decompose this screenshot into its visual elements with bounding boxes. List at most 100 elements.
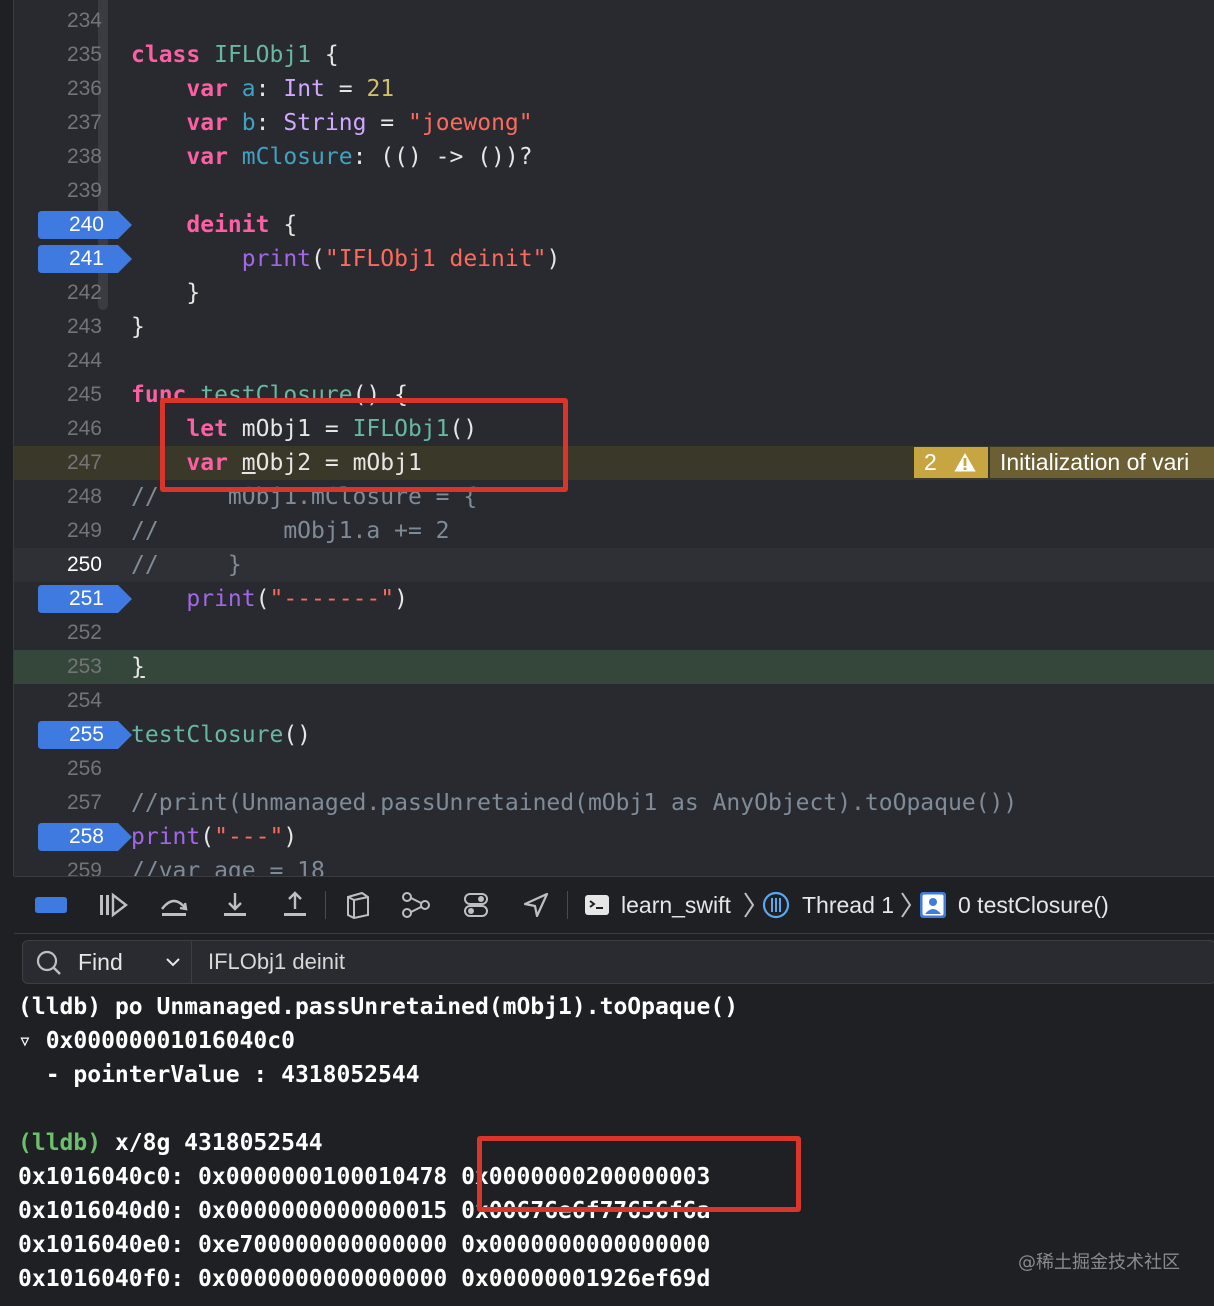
find-mode-label[interactable]: Find [78,941,123,983]
code-token: Int [283,76,325,102]
code-token: } [131,314,145,340]
view-hierarchy-icon[interactable] [342,891,372,919]
code-line[interactable]: 257 //print(Unmanaged.passUnretained(mObj… [14,786,1214,820]
code-token: print [241,246,312,272]
line-number: 256 [66,757,102,780]
step-out-icon[interactable] [280,891,310,919]
code-line[interactable]: 259 //var age = 18 [14,854,1214,876]
breakpoint-marker[interactable]: 240 [38,211,132,239]
code-line[interactable]: 241 print("IFLObj1 deinit") [14,242,1214,276]
breadcrumb-frame[interactable]: 0 testClosure() [958,877,1109,933]
code-token: 21 [366,76,395,102]
code-token: a [241,76,256,102]
console-line: ▿ 0x00000001016040c0 [18,1024,295,1058]
code-token: var [186,110,228,136]
console-find-bar[interactable]: Find IFLObj1 deinit [22,940,1214,984]
simulate-location-icon[interactable] [522,891,550,919]
continue-icon[interactable] [98,891,130,919]
code-token: "joewong" [408,110,533,136]
line-number: 241 [68,247,104,270]
code-line[interactable]: 254 [14,684,1214,718]
highlight-box-refcount [477,1136,801,1212]
code-token: : [255,76,284,102]
console-line: 0x1016040f0: 0x0000000000000000 0x000000… [18,1262,710,1296]
code-line[interactable]: 253} [14,650,1214,684]
console-text: - pointerValue : 4318052544 [18,1062,420,1088]
toolbar-separator [567,891,568,919]
code-line[interactable]: 238 var mClosure: (() -> ())? [14,140,1214,174]
line-number: 244 [66,349,102,372]
code-line[interactable]: 240 deinit { [14,208,1214,242]
code-token: var [186,144,228,170]
code-line[interactable]: 258 print("---") [14,820,1214,854]
code-line[interactable]: 256 [14,752,1214,786]
source-editor[interactable]: 234 235 class IFLObj1 {236 var a: Int = 21… [0,0,1214,876]
code-line[interactable]: 236 var a: Int = 21 [14,72,1214,106]
code-line[interactable]: 244 [14,344,1214,378]
step-into-icon[interactable] [220,891,250,919]
code-token: ) [394,586,408,612]
code-token: mClosure [241,144,353,170]
code-token: { [269,212,298,238]
environment-overrides-icon[interactable] [462,891,490,919]
code-text: print("-------") [131,582,408,616]
code-token: ) [283,824,298,850]
code-text: var a: Int = 21 [131,72,394,106]
step-over-icon[interactable] [159,891,189,919]
line-number: 257 [66,791,102,814]
code-line[interactable]: 239 [14,174,1214,208]
navigator-edge [0,0,14,876]
toggle-console-icon[interactable] [34,896,68,914]
code-text: deinit { [131,208,297,242]
find-input[interactable]: IFLObj1 deinit [208,941,345,983]
breakpoint-marker[interactable]: 255 [38,721,132,749]
warning-badge[interactable]: 2 [914,447,988,478]
code-line[interactable]: 235 class IFLObj1 { [14,38,1214,72]
code-line[interactable]: 250 // } [14,548,1214,582]
debug-toolbar: learn_swift Thread 1 0 testClosure() [14,876,1214,934]
code-token: = [366,110,408,136]
line-number: 251 [68,587,104,610]
code-line[interactable]: 251 print("-------") [14,582,1214,616]
code-line[interactable]: 255 testClosure() [14,718,1214,752]
line-number: 240 [68,213,104,236]
chevron-down-icon[interactable] [165,955,181,969]
line-number: 252 [66,621,102,644]
code-token: b [241,110,256,136]
warning-message[interactable]: Initialization of vari [990,447,1214,478]
code-token: } [131,280,201,306]
memory-graph-icon[interactable] [400,891,432,919]
line-number: 243 [66,315,102,338]
breakpoint-marker[interactable]: 251 [38,585,132,613]
breakpoint-marker[interactable]: 241 [38,245,132,273]
line-number: 235 [66,43,102,66]
console-text: x/8g 4318052544 [101,1130,323,1156]
line-number: 255 [68,723,104,746]
breadcrumb-thread[interactable]: Thread 1 [802,877,894,933]
code-line[interactable]: 234 [14,4,1214,38]
line-number: 248 [66,485,102,508]
code-token: "-------" [269,586,395,612]
code-text: } [131,310,145,344]
code-line[interactable]: 243} [14,310,1214,344]
line-number: 234 [66,9,102,32]
breadcrumb-chevron-icon [744,892,755,918]
code-line[interactable]: 242 } [14,276,1214,310]
code-text: // } [131,548,242,582]
code-line[interactable]: 249 // mObj1.a += 2 [14,514,1214,548]
code-line[interactable]: 252 [14,616,1214,650]
code-token: : [255,110,284,136]
code-token: deinit [186,212,270,238]
breakpoint-marker[interactable]: 258 [38,823,132,851]
code-token: IFLObj1 [214,42,312,68]
code-line[interactable]: 237 var b: String = "joewong" [14,106,1214,140]
breadcrumb-target[interactable]: learn_swift [621,877,731,933]
line-number: 247 [66,451,102,474]
code-token: print [131,824,201,850]
console-text: 0x1016040f0: 0x0000000000000000 0x000000… [18,1266,711,1292]
